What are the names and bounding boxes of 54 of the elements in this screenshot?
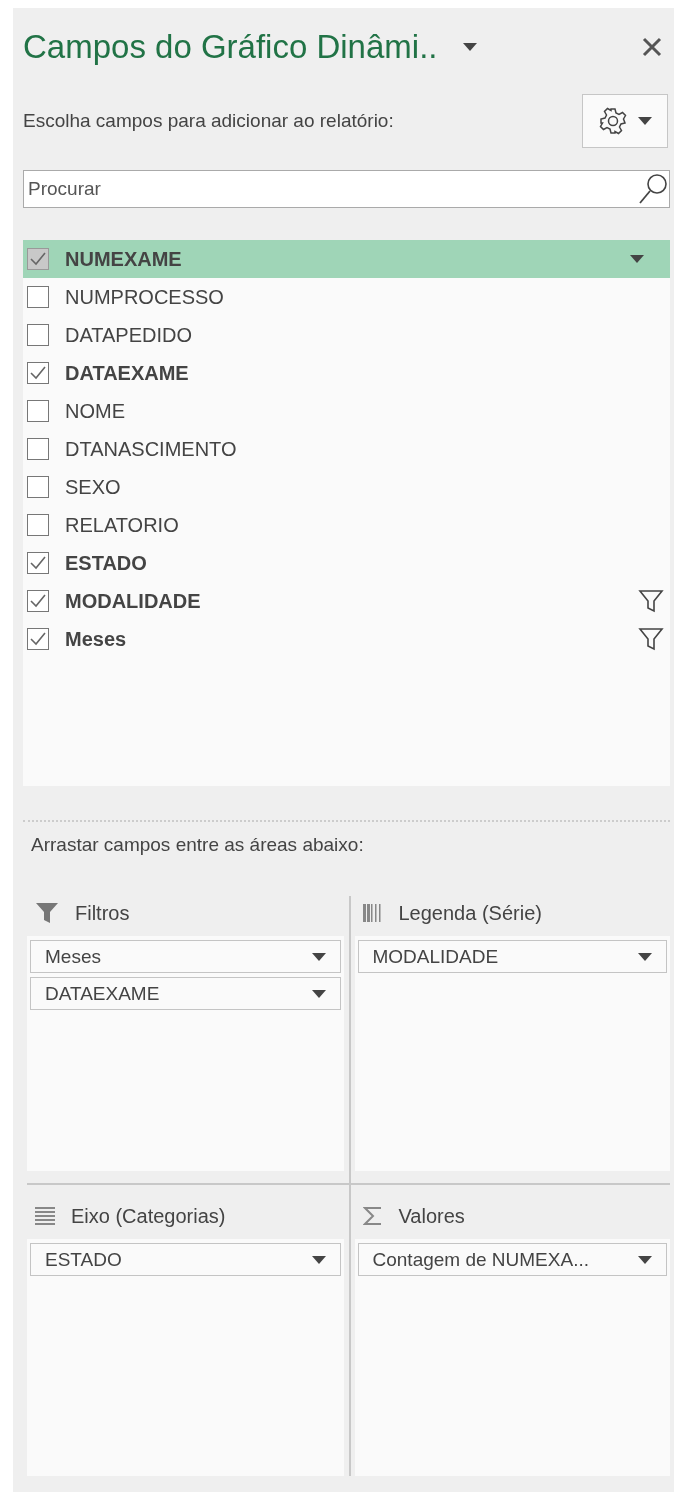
caret-icon (463, 43, 478, 51)
checkbox[interactable] (27, 400, 49, 422)
tools-button[interactable] (582, 94, 668, 148)
field-item[interactable]: NUMPROCESSO (23, 278, 670, 316)
search-field[interactable]: Procurar (23, 170, 670, 208)
field-item[interactable]: Meses (23, 620, 670, 658)
caret-icon (311, 952, 326, 961)
field-chip[interactable]: Contagem de NUMEXA... (357, 1243, 667, 1276)
columns-icon (362, 903, 383, 923)
field-chip[interactable]: Meses (30, 940, 341, 973)
checkbox[interactable] (27, 628, 49, 650)
caret-icon (638, 117, 652, 125)
pane-title: Campos do Gráfico Dinâmi.. (23, 28, 438, 66)
instruction-text: Escolha campos para adicionar ao relatório: (23, 110, 394, 132)
field-item[interactable]: RELATORIO (23, 506, 670, 544)
checkbox[interactable] (27, 476, 49, 498)
checkbox[interactable] (27, 552, 49, 574)
field-item[interactable]: NOME (23, 392, 670, 430)
field-chip[interactable]: MODALIDADE (357, 940, 667, 973)
caret-icon (311, 1255, 326, 1264)
field-item[interactable]: DTANASCIMENTO (23, 430, 670, 468)
close-icon (642, 37, 662, 57)
field-item[interactable]: NUMEXAME (23, 240, 670, 278)
close-button[interactable] (642, 37, 662, 57)
sigma-icon (362, 1206, 383, 1226)
dropdown-caret-icon (630, 255, 644, 263)
area-heading: Eixo (Categorias) (71, 1204, 226, 1228)
filter-icon (638, 588, 664, 614)
field-chip[interactable]: ESTADO (30, 1243, 341, 1276)
area-heading: Filtros (75, 901, 130, 925)
checkbox[interactable] (27, 324, 49, 346)
checkbox[interactable] (27, 438, 49, 460)
checkbox[interactable] (27, 514, 49, 536)
field-item[interactable]: SEXO (23, 468, 670, 506)
field-item[interactable]: DATAPEDIDO (23, 316, 670, 354)
caret-icon (638, 952, 652, 961)
settings-icon (598, 106, 628, 136)
caret-icon (311, 989, 326, 998)
field-item[interactable]: ESTADO (23, 544, 670, 582)
search-icon (638, 173, 668, 205)
filter-icon (35, 901, 59, 925)
filter-icon (638, 626, 664, 652)
areas-instruction-text: Arrastar campos entre as áreas abaixo: (31, 834, 365, 856)
field-item[interactable]: MODALIDADE (23, 582, 670, 620)
area-heading: Valores (398, 1204, 465, 1228)
area-heading: Legenda (Série) (398, 901, 542, 925)
field-chip[interactable]: DATAEXAME (30, 977, 341, 1010)
checkbox[interactable] (27, 590, 49, 612)
checkbox[interactable] (27, 248, 49, 270)
checkbox[interactable] (27, 362, 49, 384)
checkbox[interactable] (27, 286, 49, 308)
rows-icon (35, 1206, 55, 1226)
field-item[interactable]: DATAEXAME (23, 354, 670, 392)
caret-icon (638, 1255, 652, 1264)
